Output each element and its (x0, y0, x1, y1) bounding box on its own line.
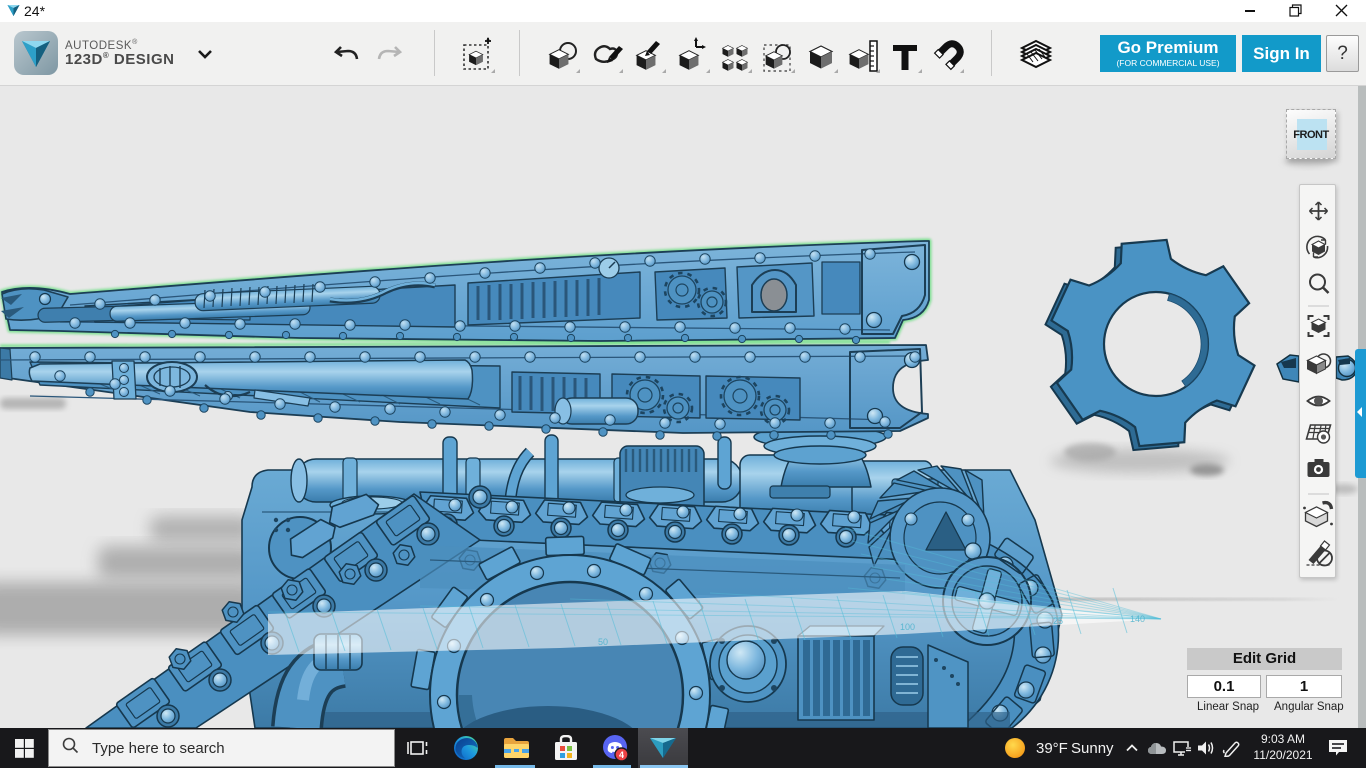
svg-text:25: 25 (1053, 616, 1063, 626)
svg-text:50: 50 (598, 637, 608, 647)
svg-text:100: 100 (900, 622, 915, 632)
svg-text:4: 4 (619, 750, 624, 760)
svg-text:140: 140 (1130, 614, 1145, 624)
